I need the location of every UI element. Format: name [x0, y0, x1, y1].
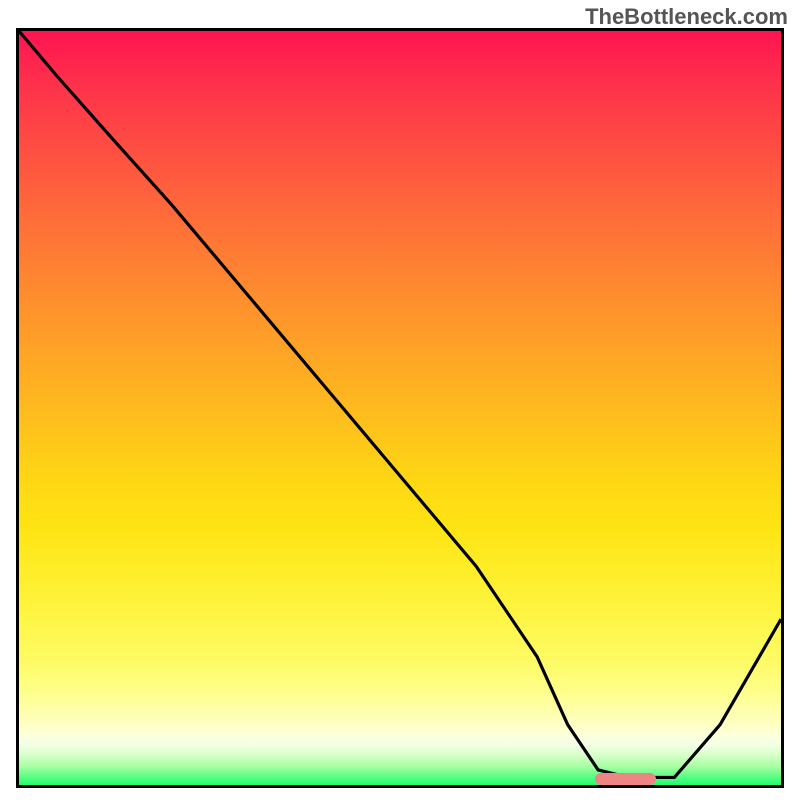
- chart-frame: [16, 28, 784, 788]
- line-plot: [19, 31, 781, 785]
- optimum-indicator: [595, 773, 656, 785]
- watermark-text: TheBottleneck.com: [585, 4, 788, 30]
- curve-path: [19, 31, 781, 777]
